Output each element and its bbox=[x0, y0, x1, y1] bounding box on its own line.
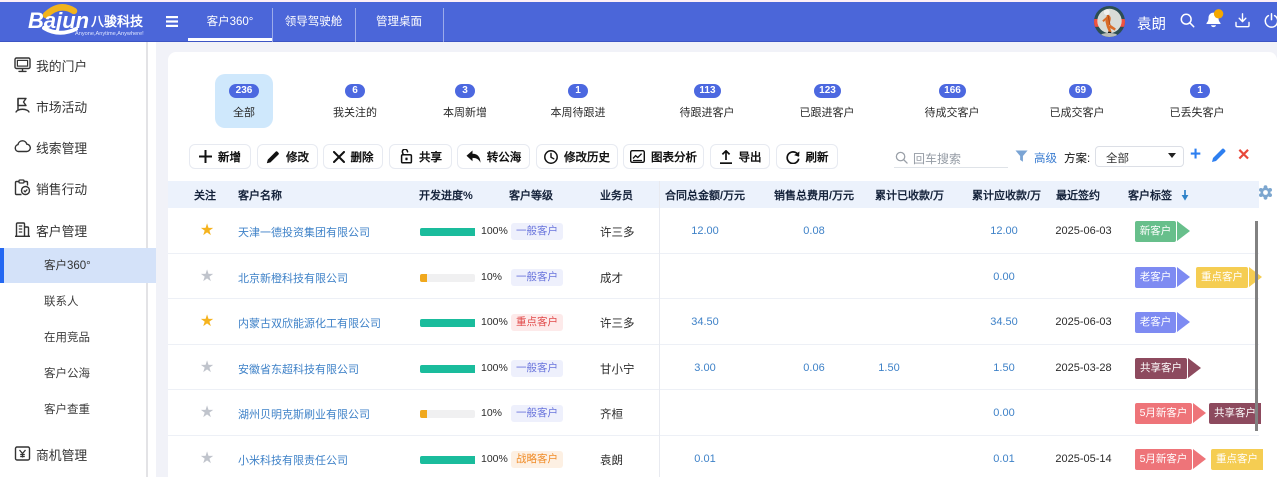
svg-text:Bajun: Bajun bbox=[28, 8, 89, 33]
svg-text:八骏科技: 八骏科技 bbox=[90, 14, 144, 29]
svg-text:Anyone,Anytime,Anywhere!: Anyone,Anytime,Anywhere! bbox=[75, 31, 144, 37]
